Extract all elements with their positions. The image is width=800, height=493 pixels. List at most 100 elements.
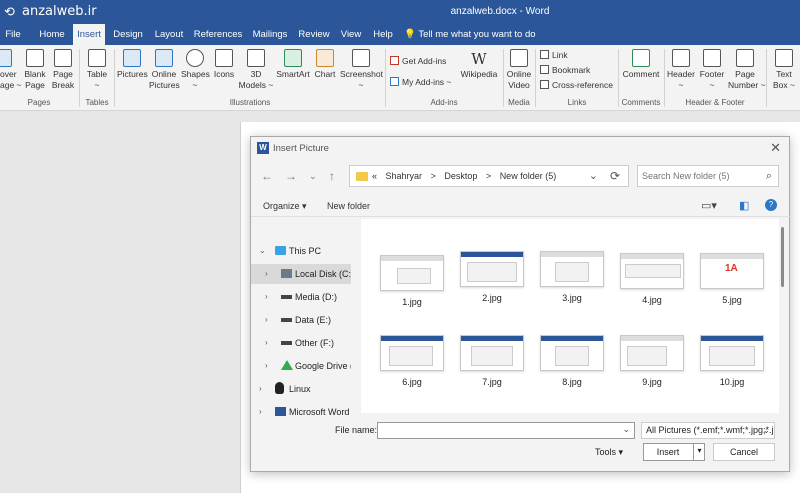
breadcrumb-desktop[interactable]: Desktop [444,171,477,181]
chevron-right-icon[interactable]: › [265,338,268,347]
file-item-7[interactable]: 7.jpg [459,335,525,387]
breadcrumb-overflow[interactable]: « [372,171,377,181]
file-name: 6.jpg [402,377,422,387]
file-item-1[interactable]: 1.jpg [379,255,445,307]
file-item-5[interactable]: 1A 5.jpg [699,253,765,305]
chevron-down-icon[interactable]: ⌄ [762,423,770,438]
tab-design[interactable]: Design [110,24,146,45]
get-addins-button[interactable]: Get Add-ins [390,56,446,67]
tab-review[interactable]: Review [296,24,332,45]
header-icon [672,49,690,67]
chevron-down-icon: ▾ [697,446,702,455]
back-arrow-icon[interactable]: ← [261,169,273,183]
dialog-footer: File name: ⌄ All Pictures (*.emf;*.wmf;*… [251,417,791,473]
breadcrumb-shahryar[interactable]: Shahryar [386,171,423,181]
file-list-scrollbar[interactable] [779,219,787,413]
tab-references[interactable]: References [192,24,244,45]
tab-file[interactable]: File [0,24,26,45]
view-options-icon[interactable]: ▭▾ [701,199,717,212]
nav-item-linux[interactable]: › Linux [251,379,351,399]
search-box[interactable]: ⌕ [637,165,779,187]
table-button[interactable]: Table ~ [84,49,110,91]
refresh-icon[interactable]: ⟳ [610,169,620,183]
scrollbar-thumb[interactable] [781,227,784,287]
bookmark-icon [540,65,549,74]
insert-options-dropdown[interactable]: ▾ [693,443,705,461]
file-item-3[interactable]: 3.jpg [539,251,605,303]
3d-models-button[interactable]: 3D Models ~ [238,49,274,91]
file-item-8[interactable]: 8.jpg [539,335,605,387]
page-break-button[interactable]: Page Break [50,49,76,91]
cover-page-button[interactable]: over age ~ [0,49,22,91]
chevron-down-icon[interactable]: ⌄ [622,424,630,435]
file-name-input[interactable] [381,424,617,437]
smartart-button[interactable]: SmartArt [276,49,310,80]
online-pictures-button[interactable]: Online Pictures [149,49,180,91]
link-button[interactable]: Link [540,50,568,61]
comment-button[interactable]: Comment [620,49,662,80]
new-folder-button[interactable]: New folder [327,201,370,211]
file-type-select[interactable]: All Pictures (*.emf;*.wmf;*.jpg;*.j ⌄ [641,422,775,439]
screenshot-button[interactable]: Screenshot ~ [340,49,383,91]
tools-button[interactable]: Tools ▾ [595,447,623,458]
organize-button[interactable]: Organize ▾ [263,201,307,212]
cross-reference-button[interactable]: Cross-reference [540,80,613,91]
breadcrumb-new-folder[interactable]: New folder (5) [500,171,557,181]
cancel-button[interactable]: Cancel [713,443,775,461]
nav-item-google-drive[interactable]: › Google Drive ( [251,356,351,376]
file-item-6[interactable]: 6.jpg [379,335,445,387]
nav-item-media-d[interactable]: › Media (D:) [251,287,351,307]
nav-item-data-e[interactable]: › Data (E:) [251,310,351,330]
page-number-button[interactable]: Page Number ~ [728,49,766,91]
chevron-right-icon[interactable]: › [265,292,268,301]
my-addins-button[interactable]: My Add-ins ~ [390,77,451,88]
text-box-button[interactable]: Text Box ~ [770,49,798,91]
chevron-right-icon[interactable]: › [259,384,262,393]
ribbon-divider [114,49,115,107]
icons-button[interactable]: Icons [211,49,237,80]
chevron-down-icon[interactable]: ⌄ [589,169,598,182]
nav-scrollbar[interactable] [352,227,360,417]
chevron-right-icon[interactable]: › [265,269,268,278]
chevron-right-icon[interactable]: › [265,361,268,370]
nav-item-microsoft-word[interactable]: › Microsoft Word [251,402,351,417]
file-name-field[interactable]: ⌄ [377,422,635,439]
shapes-button[interactable]: Shapes ~ [181,49,210,91]
tab-mailings[interactable]: Mailings [248,24,292,45]
tab-help[interactable]: Help [370,24,396,45]
tab-layout[interactable]: Layout [150,24,188,45]
file-item-4[interactable]: 4.jpg [619,253,685,305]
pictures-button[interactable]: Pictures [117,49,148,80]
wikipedia-button[interactable]: W Wikipedia [458,49,500,80]
up-arrow-icon[interactable]: ↑ [329,169,335,183]
tab-insert[interactable]: Insert [73,24,105,45]
nav-item-this-pc[interactable]: ⌄ This PC [251,241,351,261]
recent-locations-icon[interactable]: ⌄ [309,171,317,182]
header-button[interactable]: Header ~ [666,49,696,91]
footer-button[interactable]: Footer ~ [698,49,726,91]
chevron-right-icon[interactable]: › [265,315,268,324]
tab-view[interactable]: View [337,24,365,45]
group-pages-label: Pages [27,98,51,107]
chart-button[interactable]: Chart [312,49,338,80]
file-item-10[interactable]: 10.jpg [699,335,765,387]
bookmark-button[interactable]: Bookmark [540,65,590,76]
cube-icon [247,49,265,67]
forward-arrow-icon[interactable]: → [285,169,297,183]
tell-me-search[interactable]: 💡 Tell me what you want to do [404,24,536,45]
search-icon[interactable]: ⌕ [766,170,772,183]
file-item-9[interactable]: 9.jpg [619,335,685,387]
chevron-right-icon[interactable]: › [259,407,262,416]
help-icon[interactable]: ? [765,199,777,211]
nav-item-other-f[interactable]: › Other (F:) [251,333,351,353]
tab-home[interactable]: Home [32,24,72,45]
close-icon[interactable]: ✕ [770,140,781,156]
chevron-down-icon[interactable]: ⌄ [259,246,266,255]
nav-item-local-disk-c[interactable]: › Local Disk (C:) [251,264,351,284]
address-bar[interactable]: « Shahryar > Desktop > New folder (5) ⌄ … [349,165,629,187]
online-video-button[interactable]: Online Video [505,49,533,91]
blank-page-button[interactable]: Blank Page [22,49,48,91]
preview-pane-icon[interactable]: ◧ [739,199,749,212]
file-item-2[interactable]: 2.jpg [459,251,525,303]
search-input[interactable] [642,169,760,183]
